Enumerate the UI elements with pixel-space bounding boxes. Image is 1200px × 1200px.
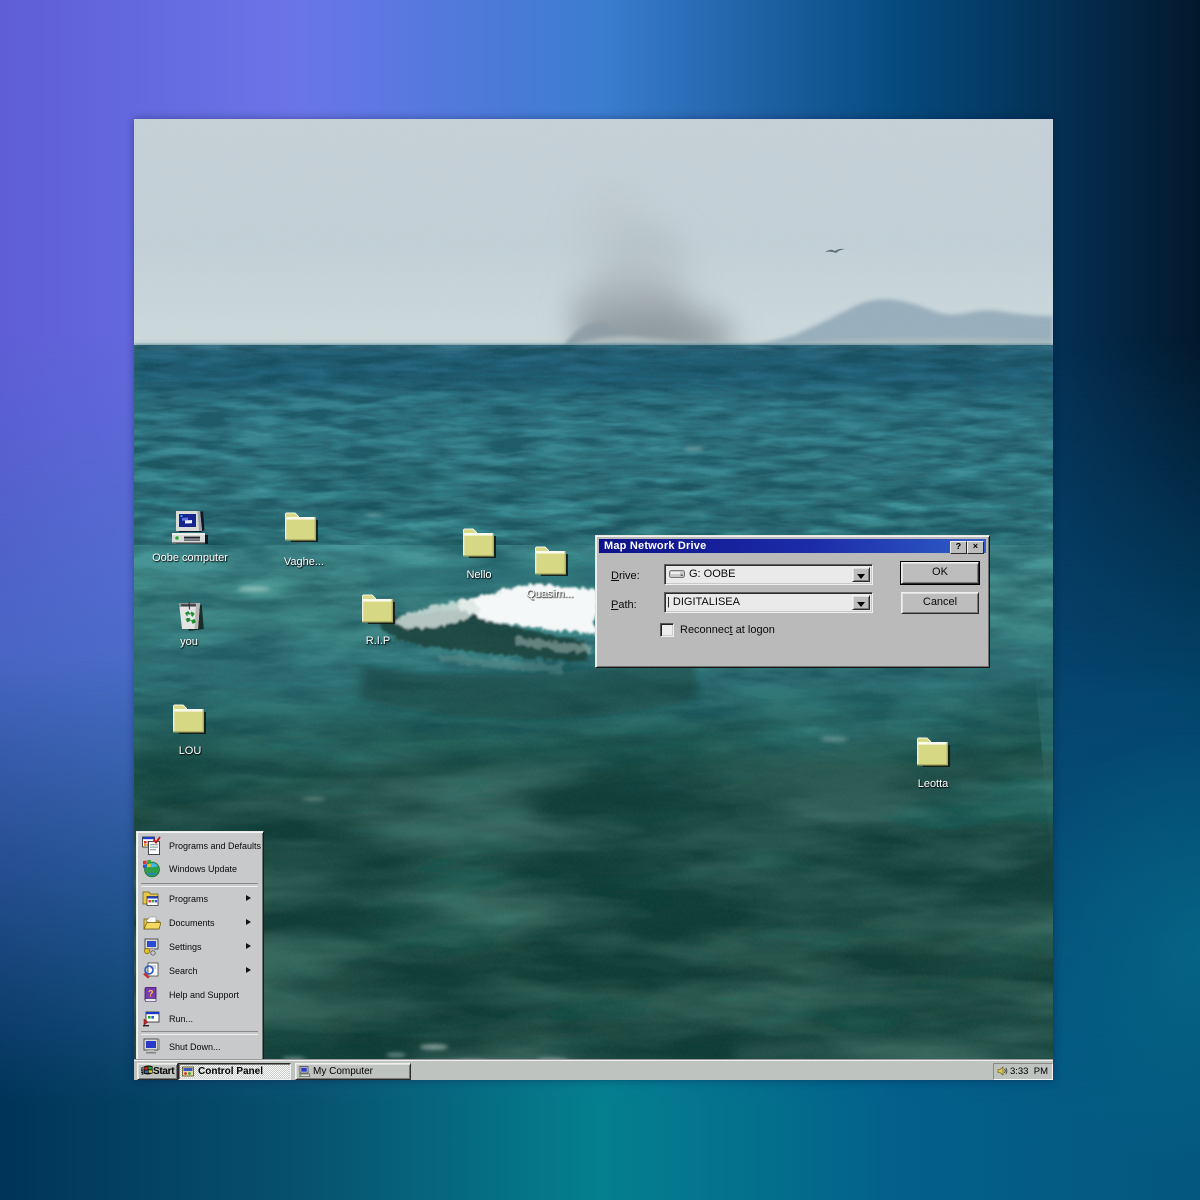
svg-text:?: ?: [148, 989, 154, 999]
